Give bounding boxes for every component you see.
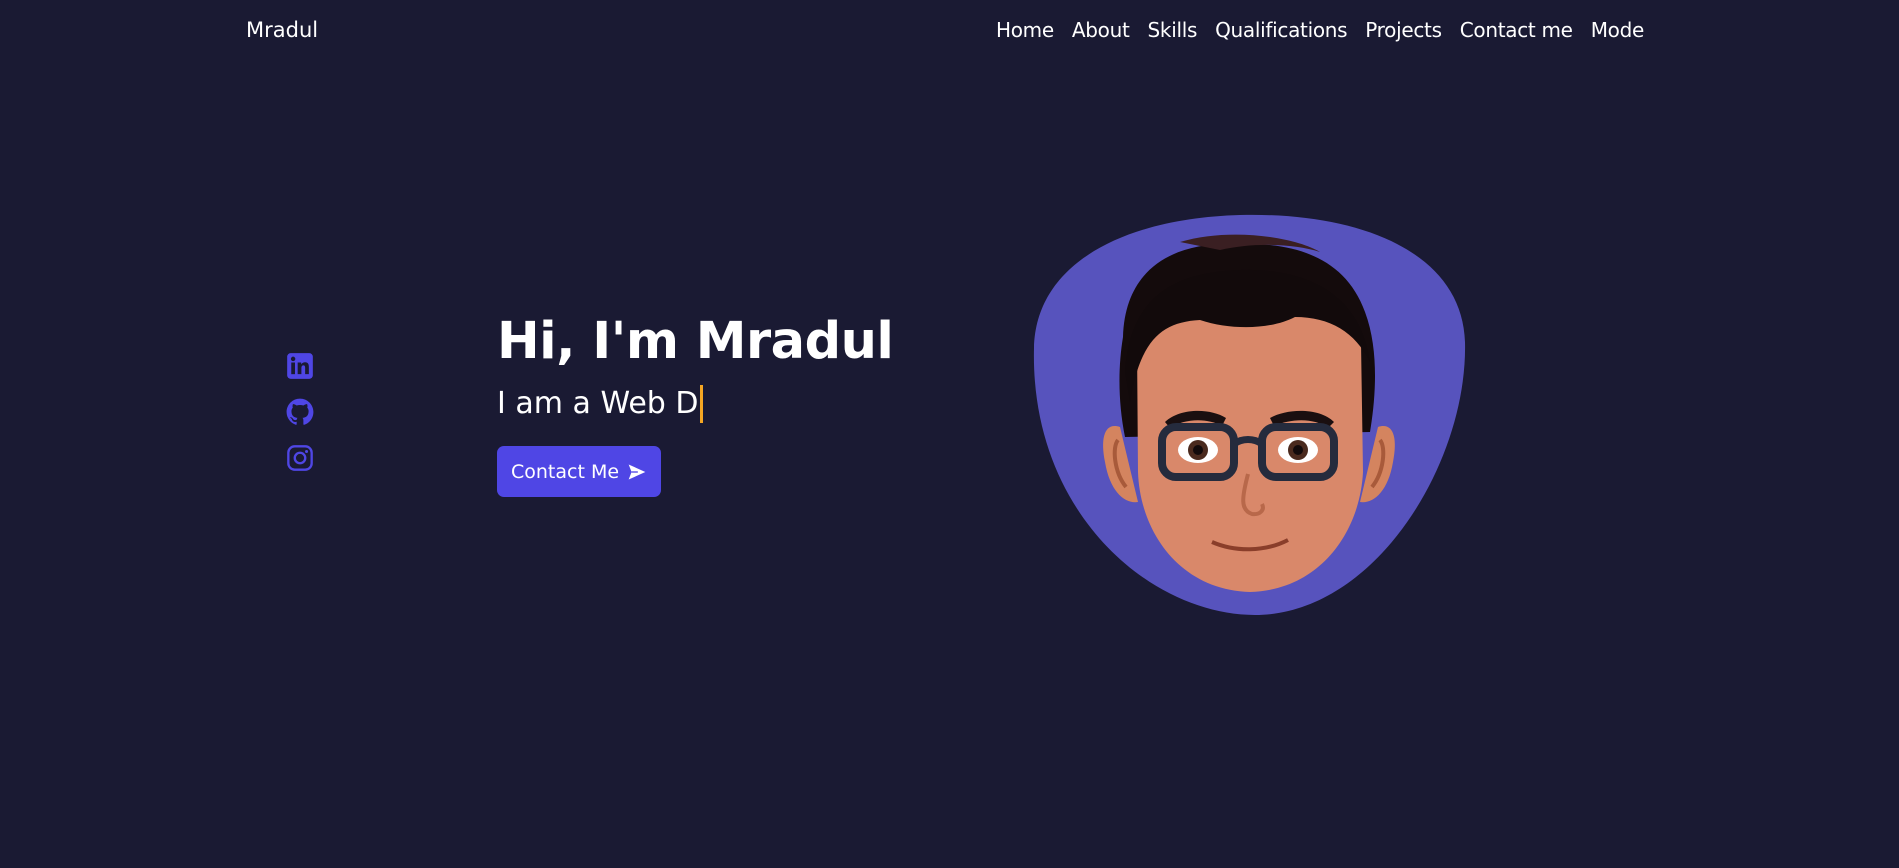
navbar: Mradul Home About Skills Qualifications … [0, 0, 1899, 62]
mode-toggle[interactable]: Mode [1591, 18, 1645, 42]
contact-me-label: Contact Me [511, 460, 620, 483]
portfolio-page: Mradul Home About Skills Qualifications … [0, 0, 1899, 868]
avatar-image [1033, 214, 1466, 615]
linkedin-link[interactable] [286, 352, 314, 380]
social-links [286, 352, 314, 472]
hero-title: Hi, I'm Mradul [497, 312, 894, 371]
typing-cursor [699, 385, 703, 423]
nav-item-about: About [1072, 18, 1130, 42]
contact-me-button[interactable]: Contact Me [497, 446, 662, 497]
nav-item-skills: Skills [1148, 18, 1198, 42]
nav-item-contact: Contact me [1460, 18, 1573, 42]
linkedin-icon [287, 353, 313, 379]
nav-link-contact[interactable]: Contact me [1460, 18, 1573, 42]
nav-link-skills[interactable]: Skills [1148, 18, 1198, 42]
site-logo[interactable]: Mradul [246, 18, 318, 42]
nav-item-qualifications: Qualifications [1215, 18, 1347, 42]
nav-item-mode: Mode [1591, 18, 1645, 42]
nav-link-qualifications[interactable]: Qualifications [1215, 18, 1347, 42]
nav-link-home[interactable]: Home [996, 18, 1054, 42]
typed-text: I am a Web D [497, 386, 699, 421]
nav-item-home: Home [996, 18, 1054, 42]
github-link[interactable] [286, 398, 314, 426]
github-icon [286, 398, 314, 425]
instagram-link[interactable] [286, 444, 314, 472]
nav-link-about[interactable]: About [1072, 18, 1130, 42]
nav-link-projects[interactable]: Projects [1365, 18, 1442, 42]
nav-item-projects: Projects [1365, 18, 1442, 42]
nav-links: Home About Skills Qualifications Project… [996, 18, 1644, 42]
hero-subtitle: I am a Web D [497, 384, 893, 424]
avatar-illustration [1030, 212, 1470, 618]
instagram-icon [287, 445, 313, 471]
hero-section: Hi, I'm Mradul I am a Web D Contact Me [497, 310, 894, 497]
send-icon [628, 464, 646, 479]
